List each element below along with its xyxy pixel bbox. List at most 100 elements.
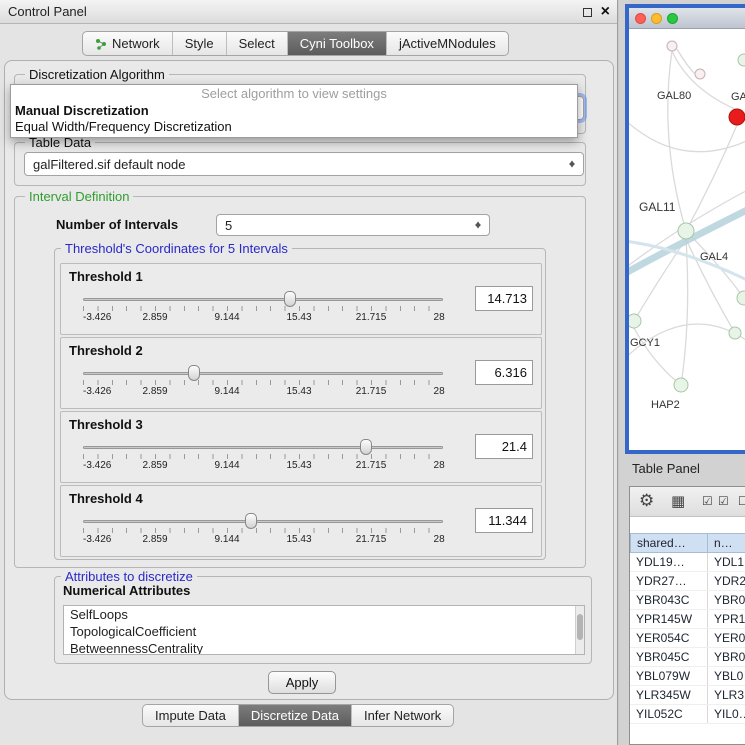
table-cell[interactable]: YIL052C [630,705,708,723]
table-row[interactable]: YDL19… YDL1… [630,553,745,572]
scrollbar-thumb[interactable] [577,614,583,640]
table-cell[interactable]: YPR145W [630,610,708,628]
scale-label: 21.715 [356,312,387,323]
table-row[interactable]: YIL052C YIL0… [630,705,745,724]
top-tabbar: Network Style Select Cyni Toolbox jActiv… [82,31,509,56]
slider-thumb[interactable] [284,291,296,307]
list-item[interactable]: SelfLoops [64,606,584,623]
columns-icon[interactable]: ▦ [671,492,685,510]
slider-thumb[interactable] [188,365,200,381]
scale-label: 2.859 [142,386,167,397]
apply-button[interactable]: Apply [268,671,336,694]
close-icon[interactable]: × [601,0,610,24]
selected-red-node[interactable] [729,109,745,125]
table-panel-title: Table Panel [632,461,700,476]
list-item[interactable]: TopologicalCoefficient [64,623,584,640]
tab-cyni-toolbox[interactable]: Cyni Toolbox [288,32,387,55]
table-cell[interactable]: YER0… [708,629,745,647]
slider-track[interactable] [83,520,443,523]
table-cell[interactable]: YPR1… [708,610,745,628]
threshold-value-field[interactable]: 21.4 [475,434,533,459]
tab-network[interactable]: Network [83,32,173,55]
network-node[interactable] [729,327,741,339]
scale-label: 15.43 [286,312,311,323]
table-cell[interactable]: YDR27… [630,572,708,590]
slider-scale-labels: -3.426 2.859 9.144 15.43 21.715 28 [83,460,443,472]
network-view-window: GAL80 GA GAL11 GAL4 GCY1 HAP2 [625,4,745,454]
dropdown-prompt[interactable]: Select algorithm to view settings [11,85,577,103]
number-of-intervals-combobox[interactable]: 5 [216,214,490,236]
threshold-value-field[interactable]: 11.344 [475,508,533,533]
select-columns-icon[interactable]: ☑ [718,494,729,508]
table-row[interactable]: YLR345W YLR3… [630,686,745,705]
table-cell[interactable]: YBR045C [630,648,708,666]
table-cell[interactable]: YBR043C [630,591,708,609]
network-node[interactable] [667,41,677,51]
threshold-slider[interactable]: -3.426 2.859 9.144 15.43 21.715 28 [83,290,443,334]
tab-select[interactable]: Select [227,32,288,55]
minimize-traffic-light[interactable] [651,13,662,24]
network-node[interactable] [629,314,641,328]
threshold-slider[interactable]: -3.426 2.859 9.144 15.43 21.715 28 [83,438,443,482]
network-window-titlebar[interactable] [629,8,745,29]
number-of-intervals-label: Number of Intervals [56,213,178,237]
tab-style[interactable]: Style [173,32,227,55]
tab-jactivemnodules[interactable]: jActiveMNodules [387,32,508,55]
threshold-value-field[interactable]: 14.713 [475,286,533,311]
select-all-icon[interactable]: ☑ [702,494,713,508]
table-row[interactable]: YBR043C YBR0… [630,591,745,610]
table-row[interactable]: YPR145W YPR1… [630,610,745,629]
tab-impute-data[interactable]: Impute Data [143,705,239,726]
dropdown-item-manual[interactable]: Manual Discretization [11,103,577,119]
scale-label: 9.144 [214,312,239,323]
table-row[interactable]: YBL079W YBL0… [630,667,745,686]
threshold-value-field[interactable]: 6.316 [475,360,533,385]
column-header-name[interactable]: n… [708,533,745,553]
network-tab-icon [95,38,107,50]
network-node[interactable] [674,378,688,392]
slider-track[interactable] [83,372,443,375]
list-item[interactable]: BetweennessCentrality [64,640,584,655]
table-cell[interactable]: YBL079W [630,667,708,685]
table-cell[interactable]: YLR3… [708,686,745,704]
table-body: YDL19… YDL1… YDR27… YDR2… YBR043C YBR0… … [630,553,745,744]
table-cell[interactable]: YBL0… [708,667,745,685]
table-cell[interactable]: YER054C [630,629,708,647]
network-canvas[interactable]: GAL80 GA GAL11 GAL4 GCY1 HAP2 [629,29,745,450]
zoom-traffic-light[interactable] [667,13,678,24]
threshold-slider[interactable]: -3.426 2.859 9.144 15.43 21.715 28 [83,512,443,556]
gear-icon[interactable]: ⚙ [639,491,654,511]
slider-track[interactable] [83,446,443,449]
table-cell[interactable]: YDL19… [630,553,708,571]
scale-label: 15.43 [286,460,311,471]
network-node[interactable] [678,223,694,239]
table-cell[interactable]: YDL1… [708,553,745,571]
table-cell[interactable]: YLR345W [630,686,708,704]
close-traffic-light[interactable] [635,13,646,24]
table-cell[interactable]: YDR2… [708,572,745,590]
table-cell[interactable]: YIL0… [708,705,745,723]
table-data-combobox[interactable]: galFiltered.sif default node [24,152,584,176]
deselect-icon[interactable]: ☐ [738,494,745,508]
slider-thumb[interactable] [245,513,257,529]
network-node[interactable] [737,291,745,305]
float-window-icon[interactable] [583,8,592,17]
network-node[interactable] [738,54,745,66]
cyni-toolbox-panel: Discretization Algorithm Select algorith… [4,60,614,700]
threshold-label: Threshold 4 [69,491,143,506]
tab-infer-network[interactable]: Infer Network [352,705,453,726]
slider-track[interactable] [83,298,443,301]
list-scrollbar[interactable] [575,606,584,654]
network-node[interactable] [695,69,705,79]
threshold-slider[interactable]: -3.426 2.859 9.144 15.43 21.715 28 [83,364,443,408]
slider-thumb[interactable] [360,439,372,455]
table-row[interactable]: YBR045C YBR0… [630,648,745,667]
table-cell[interactable]: YBR0… [708,648,745,666]
dropdown-item-equal-width[interactable]: Equal Width/Frequency Discretization [11,119,577,135]
tab-discretize-data[interactable]: Discretize Data [239,705,352,726]
threshold-label: Threshold 1 [69,269,143,284]
table-cell[interactable]: YBR0… [708,591,745,609]
column-header-shared-name[interactable]: shared… [630,533,708,553]
table-row[interactable]: YER054C YER0… [630,629,745,648]
table-row[interactable]: YDR27… YDR2… [630,572,745,591]
